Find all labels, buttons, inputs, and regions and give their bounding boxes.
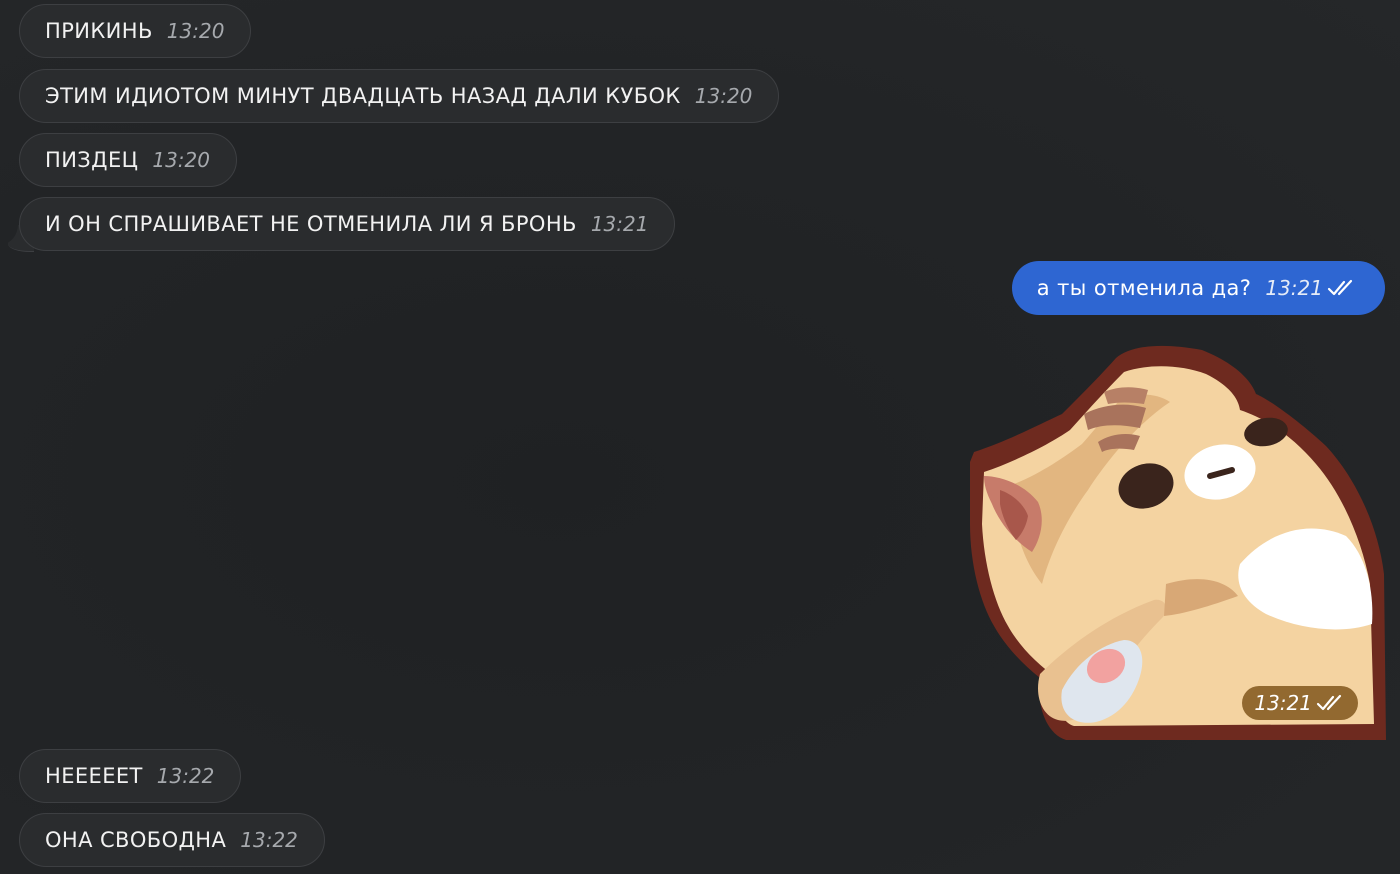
cat-sticker-image (970, 345, 1386, 740)
chat-history: ПРИКИНЬ 13:20 ЭТИМ ИДИОТОМ МИНУТ ДВАДЦАТ… (0, 0, 1400, 874)
message-text: ПРИКИНЬ (45, 19, 153, 43)
cat-sticker[interactable]: 13:21 (970, 344, 1386, 740)
message-bubble[interactable]: ПИЗДЕЦ 13:20 (19, 133, 237, 187)
message-time: 13:21 (1265, 276, 1323, 300)
message-bubble[interactable]: ОНА СВОБОДНА 13:22 (19, 813, 325, 867)
outgoing-message-bubble[interactable]: а ты отменила да? 13:21 (1011, 261, 1385, 315)
message-time: 13:20 (166, 19, 225, 43)
message-bubble[interactable]: ПРИКИНЬ 13:20 (19, 4, 252, 58)
message-time: 13:21 (1254, 691, 1312, 715)
message-text: а ты отменила да? (1036, 276, 1252, 300)
message-time: 13:21 (590, 212, 649, 236)
message-text: ПИЗДЕЦ (45, 148, 139, 172)
message-text: ОНА СВОБОДНА (45, 828, 227, 852)
sticker-time-badge: 13:21 (1242, 686, 1358, 720)
message-bubble[interactable]: И ОН СПРАШИВАЕТ НЕ ОТМЕНИЛА ЛИ Я БРОНЬ 1… (19, 197, 676, 251)
message-text: И ОН СПРАШИВАЕТ НЕ ОТМЕНИЛА ЛИ Я БРОНЬ (45, 212, 577, 236)
double-check-icon (1316, 694, 1342, 711)
message-text: ЭТИМ ИДИОТОМ МИНУТ ДВАДЦАТЬ НАЗАД ДАЛИ К… (45, 84, 681, 108)
message-time: 13:20 (694, 84, 753, 108)
message-text: НЕЕЕЕЕТ (45, 764, 143, 788)
message-time: 13:20 (152, 148, 210, 172)
message-bubble[interactable]: НЕЕЕЕЕТ 13:22 (19, 749, 242, 803)
message-time: 13:22 (156, 764, 215, 788)
double-check-icon (1327, 279, 1353, 296)
message-time: 13:22 (240, 828, 298, 852)
message-bubble[interactable]: ЭТИМ ИДИОТОМ МИНУТ ДВАДЦАТЬ НАЗАД ДАЛИ К… (19, 69, 780, 123)
